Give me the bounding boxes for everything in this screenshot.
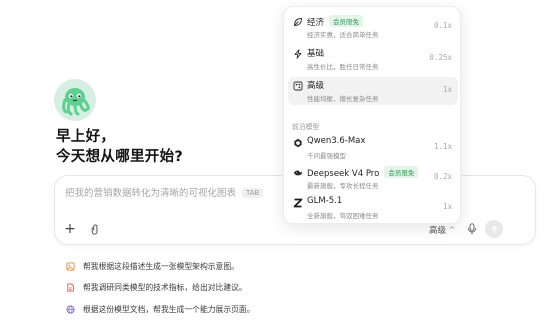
model-option-basic[interactable]: 基础 高性价比，胜任日常任务 0.25x	[288, 45, 458, 73]
composer-input[interactable]: 把我的营销数据转化为清晰的可视化图表 TAB	[65, 185, 264, 199]
model-option-cost: 1.1x	[433, 142, 452, 151]
image-icon	[66, 262, 75, 271]
model-option-glm[interactable]: GLM-5.1 全新旗舰，驾驭困难任务 1x	[288, 194, 458, 222]
free-badge: 会员限免	[329, 15, 364, 27]
composer-placeholder: 把我的营销数据转化为清晰的可视化图表	[65, 188, 237, 199]
model-option-name: Deepseek V4 Pro	[307, 169, 380, 179]
suggestion-text: 帮我调研同类模型的技术指标，给出对比建议。	[83, 283, 247, 292]
arrow-up-icon	[490, 225, 498, 233]
attachment-icon	[91, 224, 97, 235]
send-button[interactable]	[485, 220, 503, 238]
octopus-mascot-icon	[62, 88, 90, 116]
plus-icon: +	[64, 221, 76, 237]
section-label-frontier: 前沿模型	[292, 123, 320, 131]
model-option-desc: 性能均衡，擅长复杂任务	[307, 95, 379, 103]
microphone-icon	[468, 223, 476, 235]
model-option-qwen[interactable]: Qwen3.6-Max 千问最强模型 1.1x	[288, 134, 458, 162]
model-option-name: 高级	[307, 81, 325, 91]
free-badge: 会员限免	[384, 166, 419, 178]
model-option-name: 基础	[307, 49, 325, 59]
deepseek-whale-icon	[293, 168, 303, 178]
suggestion-text: 帮我根据这段描述生成一张模型架构示意图。	[83, 262, 239, 271]
document-icon	[66, 283, 75, 292]
mode-selector-label: 高级	[429, 226, 447, 236]
model-option-desc: 全新旗舰，驾驭困难任务	[307, 212, 379, 220]
model-option-cost: 0.1x	[433, 21, 452, 30]
model-option-desc: 经济实惠，适合简单任务	[307, 31, 379, 39]
greeting-line-1: 早上好，	[56, 129, 116, 145]
model-option-cost: 1x	[442, 202, 452, 211]
chevron-up-icon: ^	[449, 226, 455, 234]
mode-selector[interactable]: 高级 ^	[429, 224, 455, 236]
globe-icon	[66, 305, 75, 314]
add-button[interactable]: +	[61, 220, 79, 238]
suggestion-text: 根据这份模型文档，帮我生成一个能力展示页面。	[83, 305, 255, 314]
qwen-icon	[293, 138, 303, 148]
model-option-cost: 0.25x	[429, 53, 452, 62]
model-option-desc: 高性价比，胜任日常任务	[307, 63, 379, 71]
model-dropdown: 经济 会员限免 经济实惠，适合简单任务 0.1x 基础 高性价比，胜任日常任务 0…	[283, 6, 461, 224]
model-option-advanced[interactable]: 高级 性能均衡，擅长复杂任务 1x	[288, 77, 458, 105]
attach-button[interactable]	[87, 221, 103, 237]
model-option-name: Qwen3.6-Max	[307, 136, 366, 146]
model-option-deepseek[interactable]: Deepseek V4 Pro 会员限免 最新旗舰，专攻长程任务 0.2x	[288, 164, 458, 192]
greeting-line-2: 今天想从哪里开始?	[56, 149, 184, 165]
leaf-icon	[293, 17, 303, 27]
model-option-name: 经济	[307, 18, 325, 28]
zhipu-z-icon	[293, 198, 303, 208]
avatar	[54, 79, 96, 121]
model-option-cost: 0.2x	[433, 172, 452, 181]
suggestion-item[interactable]: 帮我根据这段描述生成一张模型架构示意图。	[66, 261, 239, 272]
suggestion-item[interactable]: 帮我调研同类模型的技术指标，给出对比建议。	[66, 282, 247, 293]
sparkle-grid-icon	[293, 81, 303, 91]
greeting: 早上好， 今天想从哪里开始?	[56, 127, 183, 167]
tab-hint-badge: TAB	[242, 188, 264, 198]
suggestion-item[interactable]: 根据这份模型文档，帮我生成一个能力展示页面。	[66, 304, 255, 315]
model-option-desc: 千问最强模型	[307, 152, 346, 160]
microphone-button[interactable]	[465, 222, 479, 236]
model-option-cost: 1x	[442, 85, 452, 94]
model-option-economy[interactable]: 经济 会员限免 经济实惠，适合简单任务 0.1x	[288, 13, 458, 41]
model-option-desc: 最新旗舰，专攻长程任务	[307, 182, 379, 190]
bolt-icon	[293, 49, 303, 59]
model-option-name: GLM-5.1	[307, 196, 343, 206]
